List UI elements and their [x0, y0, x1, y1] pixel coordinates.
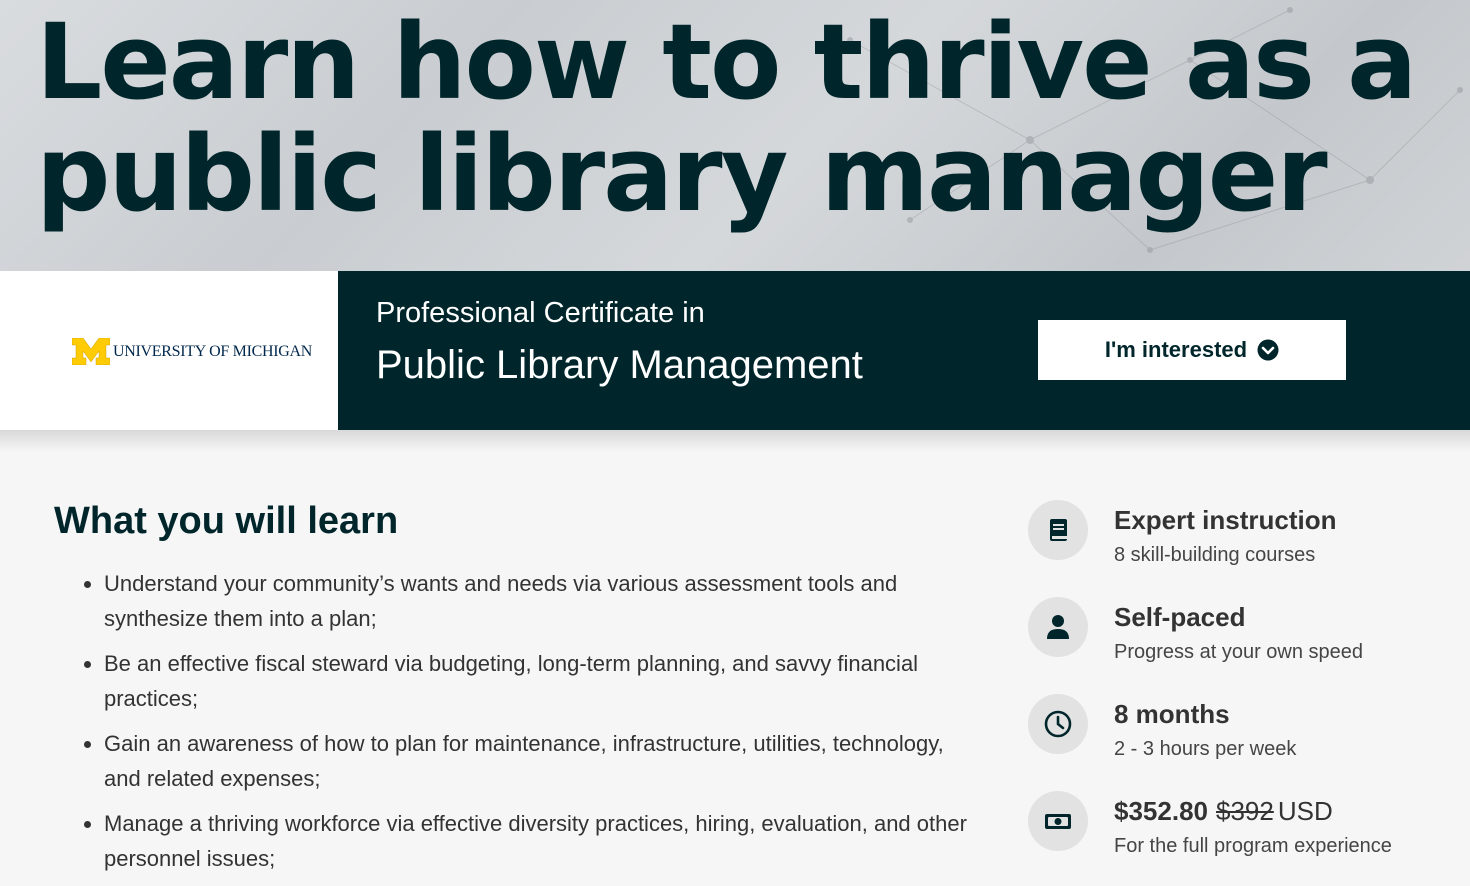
certificate-prefix: Professional Certificate in	[376, 297, 705, 329]
logo-text: UNIVERSITY OF MICHIGAN	[113, 342, 313, 360]
title-line-2: public library manager	[36, 113, 1328, 235]
price-line: $352.80 $392 USD	[1114, 796, 1333, 827]
list-item: Be an effective fiscal steward via budge…	[84, 646, 984, 716]
title-line-1: Learn how to thrive as a	[36, 1, 1417, 123]
interested-button[interactable]: I'm interested	[1038, 320, 1346, 380]
michigan-block-m-icon	[72, 338, 110, 365]
feature-subtitle: 8 skill-building courses	[1114, 544, 1316, 566]
hero-section: Learn how to thrive as a public library …	[0, 0, 1470, 271]
feature-expert-instruction: Expert instruction 8 skill-building cour…	[1028, 500, 1458, 580]
chevron-down-icon	[1257, 339, 1279, 361]
interested-button-label: I'm interested	[1104, 337, 1248, 362]
program-banner: UNIVERSITY OF MICHIGAN Professional Cert…	[0, 271, 1470, 430]
feature-self-paced: Self-paced Progress at your own speed	[1028, 597, 1458, 677]
person-icon	[1028, 597, 1088, 657]
feature-title: Self-paced	[1114, 602, 1246, 632]
certificate-name: Public Library Management	[376, 343, 863, 387]
money-icon	[1028, 791, 1088, 851]
clock-icon	[1028, 694, 1088, 754]
list-item: Manage a thriving workforce via effectiv…	[84, 806, 984, 876]
original-price: $392	[1215, 796, 1274, 826]
page-title: Learn how to thrive as a public library …	[36, 6, 1456, 230]
university-logo[interactable]: UNIVERSITY OF MICHIGAN	[72, 338, 312, 365]
feature-title: Expert instruction	[1114, 505, 1337, 535]
price-currency: USD	[1277, 796, 1333, 826]
logo-panel: UNIVERSITY OF MICHIGAN	[0, 271, 338, 430]
feature-price: $352.80 $392 USD For the full program expe…	[1028, 791, 1458, 871]
current-price: $352.80	[1114, 796, 1208, 826]
learn-heading: What you will learn	[54, 500, 399, 542]
book-icon	[1028, 500, 1088, 560]
feature-subtitle: For the full program experience	[1114, 835, 1392, 857]
learn-list: Understand your community’s wants and ne…	[84, 566, 984, 886]
feature-duration: 8 months 2 - 3 hours per week	[1028, 694, 1458, 774]
banner-shadow	[0, 430, 1470, 452]
list-item: Understand your community’s wants and ne…	[84, 566, 984, 636]
feature-subtitle: Progress at your own speed	[1114, 641, 1364, 663]
feature-subtitle: 2 - 3 hours per week	[1114, 738, 1297, 760]
list-item: Gain an awareness of how to plan for mai…	[84, 726, 984, 796]
certificate-panel: Professional Certificate in Public Libra…	[338, 271, 1470, 430]
feature-title: 8 months	[1114, 699, 1230, 729]
